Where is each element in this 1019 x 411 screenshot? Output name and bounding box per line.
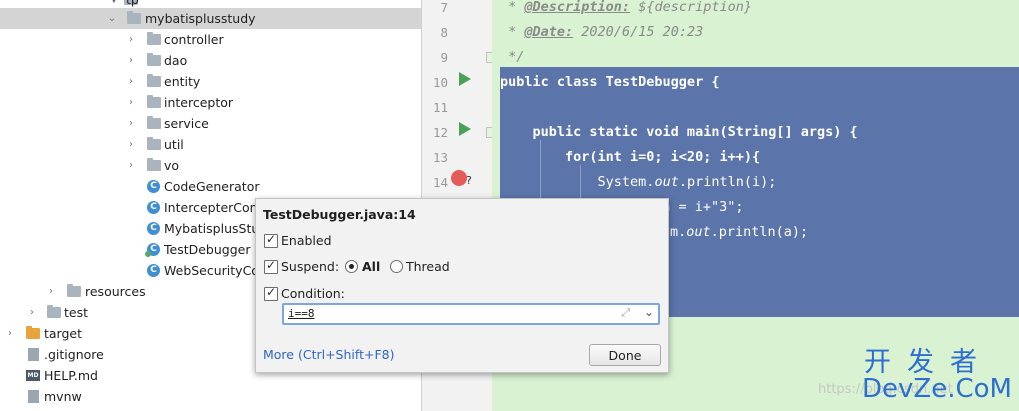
breakpoint-properties-popup: TestDebugger.java:14 Enabled Suspend: Al… <box>255 198 669 373</box>
line-number: 9 <box>440 50 448 65</box>
logo-en-text: DevZe.CoM <box>862 374 1012 404</box>
code-line-9: */ <box>500 49 525 65</box>
chevron-down-icon[interactable]: ⌄ <box>644 305 654 319</box>
package-icon <box>147 137 161 150</box>
condition-checkbox[interactable] <box>264 285 278 301</box>
suspend-thread-label[interactable]: Thread <box>406 259 450 274</box>
tree-item-dao[interactable]: › dao <box>0 50 421 71</box>
runnable-class-icon: C <box>145 243 160 257</box>
tree-item-util[interactable]: › util <box>0 134 421 155</box>
java-class-icon: C <box>147 264 160 277</box>
java-class-icon: C <box>147 180 160 193</box>
code-line-8: * @Date: 2020/6/15 20:23 <box>500 24 704 40</box>
java-class-icon: C <box>147 222 160 235</box>
line-number: 12 <box>432 125 448 140</box>
suspend-thread-radio[interactable] <box>390 260 403 273</box>
line-number: 11 <box>432 100 448 115</box>
tree-item-service[interactable]: › service <box>0 113 421 134</box>
chevron-right-icon[interactable]: › <box>126 92 136 113</box>
code-line-14: System.out.println(i); <box>500 174 777 190</box>
folder-icon <box>47 305 61 318</box>
package-icon <box>147 32 161 45</box>
code-line-10: public class TestDebugger { <box>500 74 720 90</box>
package-icon <box>147 116 161 129</box>
chevron-right-icon[interactable]: › <box>27 302 37 323</box>
suspend-label[interactable]: Suspend: <box>281 259 339 274</box>
chevron-right-icon[interactable]: › <box>126 113 136 134</box>
package-icon <box>127 11 141 24</box>
file-icon <box>28 390 39 403</box>
package-icon <box>147 158 161 171</box>
chevron-right-icon[interactable]: › <box>5 323 15 344</box>
chevron-right-icon[interactable]: › <box>126 155 136 176</box>
tree-item-codegenerator[interactable]: C CodeGenerator <box>0 176 421 197</box>
resources-folder-icon <box>67 284 81 297</box>
condition-input[interactable]: i==8 ⤢ ⌄ <box>282 303 660 325</box>
chevron-down-icon[interactable]: ⌄ <box>107 8 117 29</box>
breakpoint-icon[interactable] <box>451 170 467 186</box>
condition-input-value[interactable]: i==8 <box>288 307 315 320</box>
line-number: 13 <box>432 150 448 165</box>
expand-icon[interactable]: ⤢ <box>621 306 630 320</box>
line-number: 10 <box>432 75 448 90</box>
code-line-13: for(int i=0; i<20; i++){ <box>500 149 761 165</box>
excluded-folder-icon <box>26 326 40 339</box>
chevron-right-icon[interactable]: › <box>126 50 136 71</box>
chevron-right-icon[interactable]: › <box>126 134 136 155</box>
tree-item-controller[interactable]: › controller <box>0 29 421 50</box>
line-number: 7 <box>440 0 448 15</box>
tree-item-mvnw[interactable]: mvnw <box>0 386 421 407</box>
tree-item-entity[interactable]: › entity <box>0 71 421 92</box>
file-icon <box>28 348 39 361</box>
code-line-7: * @Description: ${description} <box>500 0 752 15</box>
breakpoint-condition-marker: ? <box>466 174 472 187</box>
line-number: 8 <box>440 25 448 40</box>
chevron-right-icon[interactable]: › <box>46 281 56 302</box>
chevron-right-icon[interactable]: › <box>126 29 136 50</box>
site-logo: 开发者 DevZe.CoM <box>858 340 1018 410</box>
code-line-12: public static void main(String[] args) { <box>500 124 858 140</box>
suspend-all-radio[interactable] <box>345 260 358 273</box>
run-icon[interactable] <box>459 122 471 136</box>
tree-item-vo[interactable]: › vo <box>0 155 421 176</box>
tree-item-mybatisplusstudy[interactable]: ⌄ mybatisplusstudy <box>0 8 421 29</box>
tree-item-interceptor[interactable]: › interceptor <box>0 92 421 113</box>
code-line-16: m.out.println(a); <box>670 224 809 240</box>
package-icon <box>147 74 161 87</box>
condition-label[interactable]: Condition: <box>281 286 345 301</box>
popup-title: TestDebugger.java:14 <box>263 207 416 222</box>
line-number: 14 <box>432 175 448 190</box>
package-icon <box>147 95 161 108</box>
run-icon[interactable] <box>459 72 471 86</box>
chevron-right-icon[interactable]: › <box>126 71 136 92</box>
suspend-all-label[interactable]: All <box>362 259 380 274</box>
package-icon <box>147 53 161 66</box>
suspend-checkbox[interactable] <box>264 258 278 274</box>
done-button[interactable]: Done <box>589 344 661 366</box>
enabled-checkbox[interactable] <box>264 232 278 248</box>
enabled-label[interactable]: Enabled <box>281 233 332 248</box>
java-class-icon: C <box>147 201 160 214</box>
markdown-file-icon: MD <box>26 370 40 381</box>
more-link[interactable]: More (Ctrl+Shift+F8) <box>263 347 394 362</box>
